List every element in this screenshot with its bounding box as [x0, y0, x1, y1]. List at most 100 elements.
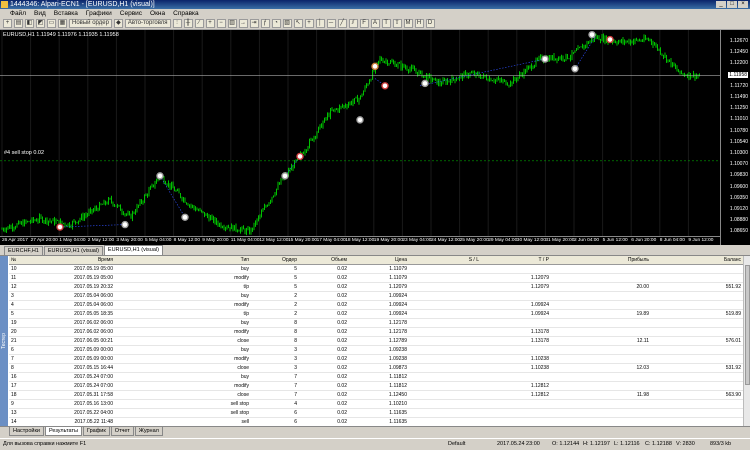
table-row[interactable]: 10 2017.05.19 05:00 buy 5 0.02 1.11079 [9, 265, 743, 274]
zoom-in-icon[interactable]: + [205, 19, 215, 28]
trade-marker[interactable] [296, 152, 304, 161]
column-header[interactable]: T / P [479, 256, 549, 265]
table-row[interactable]: 18 2017.05.31 17:58 close 7 0.02 1.12450 1.128… [9, 391, 743, 400]
table-row[interactable]: 6 2017.05.09 00:00 buy 3 0.02 1.09238 [9, 346, 743, 355]
price-chart[interactable]: EURUSD,H1 1.11949 1.11976 1.11935 1.1195… [0, 30, 750, 245]
menu-windows[interactable]: Окна [150, 9, 165, 18]
column-header[interactable]: № [11, 256, 31, 265]
tab-results[interactable]: Результаты [44, 427, 82, 436]
profiles-icon[interactable]: ▤ [14, 19, 23, 28]
indicators-icon[interactable]: ƒ [260, 19, 270, 28]
table-row[interactable]: 11 2017.05.19 05:00 modify 5 0.02 1.11079 1.12… [9, 274, 743, 283]
metaeditor-icon[interactable]: ◆ [113, 19, 123, 28]
table-cell: 1.09873 [388, 365, 407, 371]
tester-icon[interactable]: ▦ [58, 19, 67, 28]
close-button[interactable]: × [738, 1, 748, 8]
table-row[interactable]: 8 2017.05.15 16:44 close 3 0.02 1.09873 1.1023… [9, 364, 743, 373]
new-chart-icon[interactable]: + [3, 19, 12, 28]
table-row[interactable]: 9 2017.05.16 13:00 sell stop 4 0.02 1.10210 [9, 400, 743, 409]
column-header[interactable]: Цена [349, 256, 407, 265]
chart-shift-icon[interactable]: ⇥ [249, 19, 259, 28]
table-row[interactable]: 12 2017.05.19 20:32 t/p 5 0.02 1.12079 1.12079… [9, 283, 743, 292]
column-header[interactable]: Баланс [649, 256, 741, 265]
tile-icon[interactable]: ▥ [227, 19, 237, 28]
templates-icon[interactable]: ▧ [282, 19, 292, 28]
auto-trading-button[interactable]: Авто-торговля [124, 19, 171, 28]
chart-tab[interactable]: EURCHF,H1 [4, 246, 43, 255]
table-row[interactable]: 14 2017.05.22 11:48 sell 6 0.02 1.11635 [9, 418, 743, 426]
trendline-icon[interactable]: ╱ [337, 19, 347, 28]
menu-file[interactable]: Файл [10, 9, 26, 18]
menu-view[interactable]: Вид [34, 9, 46, 18]
table-row[interactable]: 5 2017.05.05 18:35 t/p 2 0.02 1.09924 1.09924 1… [9, 310, 743, 319]
table-row[interactable]: 16 2017.05.24 07:00 buy 7 0.02 1.11812 [9, 373, 743, 382]
trade-marker[interactable] [121, 220, 129, 229]
table-row[interactable]: 13 2017.05.22 04:00 sell stop 6 0.02 1.11635 [9, 409, 743, 418]
maximize-button[interactable]: □ [727, 1, 737, 8]
bar-chart-icon[interactable]: ⫶ [172, 19, 182, 28]
trade-marker[interactable] [588, 30, 596, 39]
cursor-icon[interactable]: ↖ [293, 19, 303, 28]
periods-icon[interactable]: ◔ [271, 19, 281, 28]
m1-period-icon[interactable]: M [403, 19, 413, 28]
column-header[interactable]: S / L [409, 256, 479, 265]
terminal-icon[interactable]: ▭ [47, 19, 56, 28]
channel-icon[interactable]: ⫽ [348, 19, 358, 28]
trade-marker[interactable] [356, 116, 364, 124]
trade-marker[interactable] [541, 55, 549, 63]
tab-journal[interactable]: Журнал [134, 427, 163, 436]
market-watch-icon[interactable]: ◧ [25, 19, 34, 28]
menu-tools[interactable]: Сервис [120, 9, 142, 18]
trade-marker[interactable] [381, 82, 389, 90]
price-tick-label: 1.09600 [729, 183, 748, 190]
column-header[interactable]: Прибыль [549, 256, 649, 265]
table-row[interactable]: 17 2017.05.24 07:00 modify 7 0.02 1.11812 1.12… [9, 382, 743, 391]
table-row[interactable]: 21 2017.06.05 00:21 close 8 0.02 1.12789 1.131… [9, 337, 743, 346]
tab-report[interactable]: Отчет [110, 427, 134, 436]
vline-icon[interactable]: │ [315, 19, 325, 28]
candlestick-icon[interactable]: ╫ [183, 19, 193, 28]
h1-period-icon[interactable]: H [414, 19, 424, 28]
column-header[interactable]: Тип [139, 256, 249, 265]
zoom-out-icon[interactable]: − [216, 19, 226, 28]
column-header[interactable]: Объем [299, 256, 347, 265]
d1-period-icon[interactable]: D [425, 19, 435, 28]
crosshair-icon[interactable]: + [304, 19, 314, 28]
menu-charts[interactable]: Графики [86, 9, 112, 18]
new-order-button[interactable]: Новый ордер [69, 19, 112, 28]
chart-tab[interactable]: EURUSD,H1 (visual) [43, 246, 103, 255]
trade-marker[interactable] [181, 213, 189, 221]
column-header[interactable]: Время [33, 256, 113, 265]
table-row[interactable]: 19 2017.06.02 06:00 buy 8 0.02 1.12178 [9, 319, 743, 328]
column-header[interactable]: Ордер [259, 256, 297, 265]
table-row[interactable]: 7 2017.05.09 00:00 modify 3 0.02 1.09238 1.102… [9, 355, 743, 364]
fibo-icon[interactable]: F [359, 19, 369, 28]
minimize-button[interactable]: _ [716, 1, 726, 8]
autoscroll-icon[interactable]: → [238, 19, 248, 28]
trade-marker[interactable] [421, 79, 429, 88]
table-row[interactable]: 20 2017.06.02 06:00 modify 8 0.02 1.12178 1.13… [9, 328, 743, 337]
trade-marker[interactable] [371, 62, 379, 71]
hline-icon[interactable]: ─ [326, 19, 336, 28]
tab-settings[interactable]: Настройки [9, 427, 44, 436]
chart-tab-active[interactable]: EURUSD,H1 (visual) [103, 245, 163, 255]
text-icon[interactable]: A [370, 19, 380, 28]
navigator-icon[interactable]: ◩ [36, 19, 45, 28]
line-chart-icon[interactable]: ∕ [194, 19, 204, 28]
tab-graph[interactable]: График [82, 427, 110, 436]
trade-marker[interactable] [606, 35, 614, 44]
arrows-icon[interactable]: ⇧ [392, 19, 402, 28]
menu-help[interactable]: Справка [173, 9, 199, 18]
time-tick-label: 9 Jun 12:00 [688, 238, 714, 243]
trade-marker[interactable] [56, 223, 64, 231]
vertical-scrollbar[interactable] [743, 256, 750, 426]
menu-insert[interactable]: Вставка [54, 9, 78, 18]
table-row[interactable]: 4 2017.05.04 06:00 modify 2 0.02 1.09924 1.099… [9, 301, 743, 310]
trade-marker[interactable] [571, 65, 579, 73]
scrollbar-thumb[interactable] [745, 265, 750, 385]
table-row[interactable]: 3 2017.05.04 06:00 buy 2 0.02 1.09924 [9, 292, 743, 301]
trade-marker[interactable] [156, 172, 164, 180]
trade-marker[interactable] [281, 172, 289, 180]
label-icon[interactable]: T [381, 19, 391, 28]
status-open: O: 1.12144 [552, 441, 580, 447]
